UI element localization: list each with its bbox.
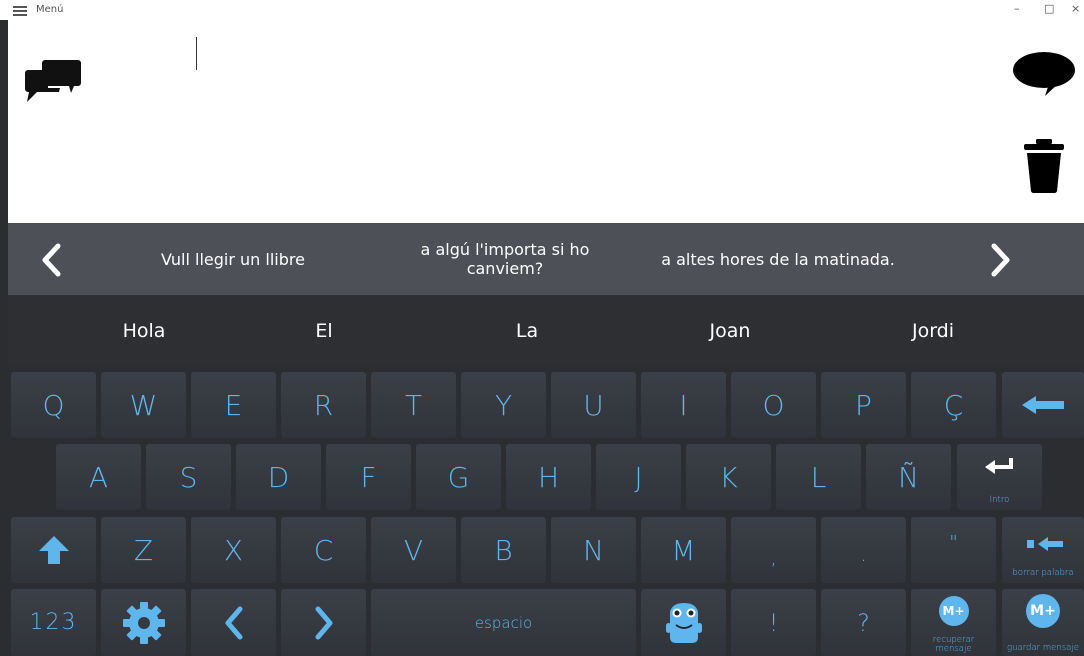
m-plus-icon: M+ [1026,594,1060,628]
key-h[interactable]: H [506,444,591,510]
enter-label: Intro [989,495,1010,505]
settings-key[interactable] [101,589,186,656]
chevron-left-icon [225,606,242,639]
key-t[interactable]: T [371,372,456,438]
key-r[interactable]: R [281,372,366,438]
key-d[interactable]: D [236,444,321,510]
shift-key[interactable] [11,517,96,583]
key-y[interactable]: Y [461,372,546,438]
space-key[interactable]: espacio [371,589,636,656]
delete-word-key[interactable]: borrar palabra [1002,517,1084,583]
word-suggestion[interactable]: Jordi [853,295,1013,367]
delete-word-icon [1027,537,1063,551]
key-u[interactable]: U [551,372,636,438]
message-editor[interactable] [8,20,1084,223]
key-k[interactable]: K [686,444,771,510]
word-prediction-bar: Hola El La Joan Jordi [8,295,1084,367]
key-p[interactable]: P [821,372,906,438]
key-c[interactable]: C [281,517,366,583]
speak-icon[interactable] [1011,50,1077,98]
chevron-right-icon[interactable] [990,243,1012,277]
enter-key[interactable]: Intro [957,444,1042,510]
chevron-right-icon [315,606,332,639]
trash-icon[interactable] [1022,139,1066,193]
mascot-key[interactable] [641,589,726,656]
key-exclamation[interactable]: ! [731,589,816,656]
word-suggestion[interactable]: Hola [64,295,224,367]
title-bar: Menú – □ × [0,0,1084,20]
chevron-left-icon[interactable] [40,243,62,277]
sentence-suggestion[interactable]: a altes hores de la matinada. [638,223,918,295]
sentence-suggestion[interactable]: Vull llegir un llibre [148,223,318,295]
key-b[interactable]: B [461,517,546,583]
cursor-left-key[interactable] [191,589,276,656]
sentence-suggestion[interactable]: a algú l'importa si ho canviem? [390,223,620,295]
mascot-icon [665,602,702,643]
key-o[interactable]: O [731,372,816,438]
menu-label[interactable]: Menú [36,4,63,15]
gear-icon [122,601,165,644]
save-message-key[interactable]: M+ guardar mensaje [1002,589,1084,656]
word-suggestion[interactable]: Joan [650,295,810,367]
key-m[interactable]: M [641,517,726,583]
key-l[interactable]: L [776,444,861,510]
key-v[interactable]: V [371,517,456,583]
key-period[interactable]: . [821,517,906,583]
key-c-cedilla[interactable]: Ç [911,372,996,438]
key-i[interactable]: I [641,372,726,438]
enter-arrow-icon [985,458,1013,474]
minimize-button[interactable]: – [1014,2,1020,15]
key-e[interactable]: E [191,372,276,438]
key-w[interactable]: W [101,372,186,438]
key-z[interactable]: Z [101,517,186,583]
backspace-key[interactable] [1002,372,1084,438]
m-plus-icon: M+ [938,596,969,626]
close-button[interactable]: × [1071,2,1080,15]
on-screen-keyboard: Q W E R T Y U I O P Ç A S D F G H J K L … [0,367,1084,656]
key-g[interactable]: G [416,444,501,510]
key-comma[interactable]: , [731,517,816,583]
cursor-right-key[interactable] [281,589,366,656]
hamburger-menu-icon[interactable] [13,6,27,16]
key-n[interactable]: N [551,517,636,583]
conversation-icon[interactable] [24,58,82,106]
word-suggestion[interactable]: La [447,295,607,367]
key-x[interactable]: X [191,517,276,583]
delete-word-label: borrar palabra [1012,568,1074,578]
text-caret [196,37,197,70]
save-message-label: guardar mensaje [1007,643,1079,653]
shift-up-arrow-icon [38,536,69,564]
sentence-suggestion-bar: Vull llegir un llibre a algú l'importa s… [8,223,1084,295]
key-question[interactable]: ? [821,589,906,656]
word-suggestion[interactable]: El [244,295,404,367]
backspace-arrow-icon [1022,396,1064,414]
numbers-key[interactable]: 123 [11,589,96,656]
key-s[interactable]: S [146,444,231,510]
key-q[interactable]: Q [11,372,96,438]
key-j[interactable]: J [596,444,681,510]
maximize-button[interactable]: □ [1044,2,1054,15]
key-quote[interactable]: " [911,517,996,583]
recover-message-label: recuperar mensaje [932,635,975,654]
key-n-tilde[interactable]: Ñ [866,444,951,510]
key-f[interactable]: F [326,444,411,510]
key-a[interactable]: A [56,444,141,510]
recover-message-key[interactable]: M+ recuperar mensaje [911,589,996,656]
